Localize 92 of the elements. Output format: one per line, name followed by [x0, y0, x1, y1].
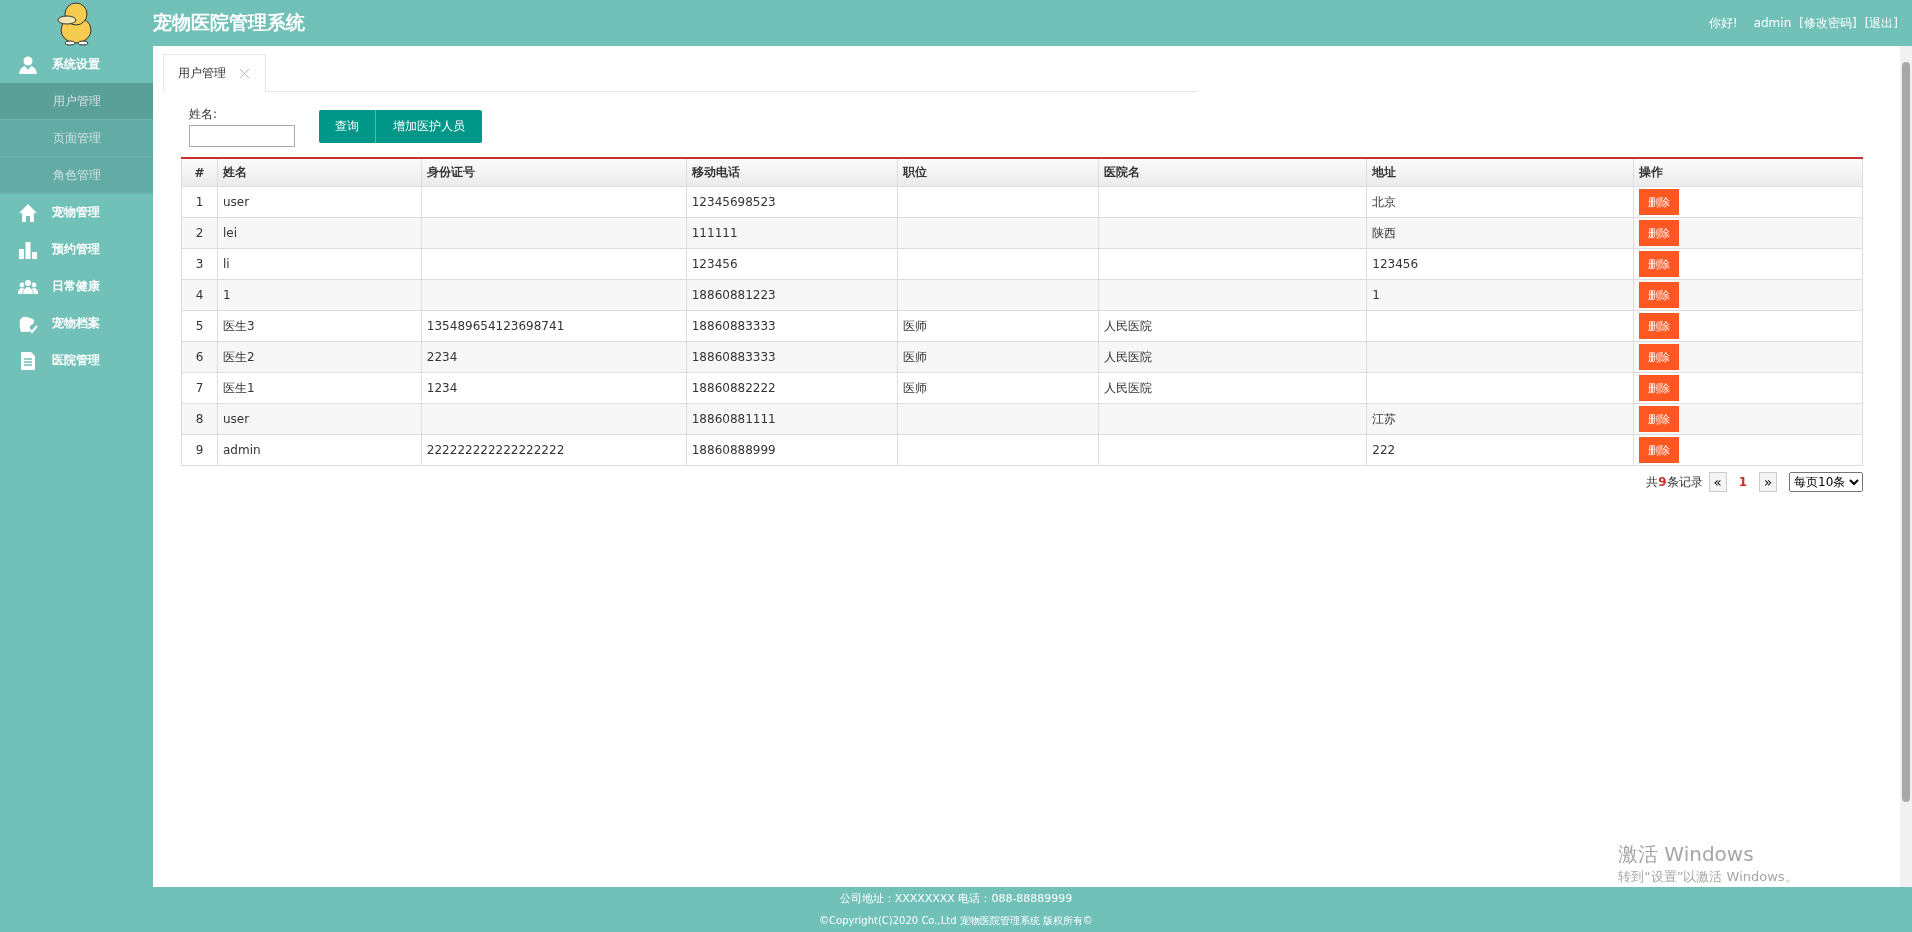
activation-hint: 转到“设置”以激活 Windows。	[1618, 868, 1798, 886]
table-cell: 222	[1366, 434, 1634, 466]
delete-button[interactable]: 删除	[1639, 406, 1680, 432]
table-cell: 医师	[897, 310, 1099, 342]
table-cell: 医生3	[217, 310, 422, 342]
sidebar-item[interactable]: 宠物档案	[0, 305, 153, 342]
close-icon[interactable]	[240, 69, 249, 78]
table-cell: 9	[181, 434, 218, 466]
header-link[interactable]: [修改密码]	[1799, 14, 1857, 32]
document-icon	[18, 350, 38, 371]
table-cell: user	[217, 403, 422, 435]
sidebar-item[interactable]: 医院管理	[0, 342, 153, 379]
table-cell: 1	[217, 279, 422, 311]
table-cell: 5	[181, 310, 218, 342]
name-field[interactable]	[189, 125, 295, 147]
table-cell: 12345698523	[686, 186, 898, 218]
table-cell: 7	[181, 372, 218, 404]
table-cell: 4	[181, 279, 218, 311]
page-size-select[interactable]: 每页10条	[1789, 472, 1863, 492]
delete-button[interactable]: 删除	[1639, 251, 1680, 277]
current-page[interactable]: 1	[1732, 475, 1753, 489]
user-name: admin	[1753, 16, 1792, 30]
table-cell: 111111	[686, 217, 898, 249]
table-cell: 北京	[1366, 186, 1634, 218]
sidebar-item[interactable]: 日常健康	[0, 268, 153, 305]
table-cell: 1234	[421, 372, 687, 404]
delete-button[interactable]: 删除	[1639, 437, 1680, 463]
record-count: 共9条记录	[1646, 473, 1703, 491]
table-cell: 3	[181, 248, 218, 280]
table-cell: 123456	[686, 248, 898, 280]
app-title: 宠物医院管理系统	[153, 10, 305, 35]
toolbar-button[interactable]: 增加医护人员	[376, 110, 482, 143]
home-icon	[18, 202, 38, 223]
delete-button[interactable]: 删除	[1639, 344, 1680, 370]
sidebar-item[interactable]: 系统设置	[0, 46, 153, 83]
delete-button[interactable]: 删除	[1639, 220, 1680, 246]
field-label: 姓名:	[189, 106, 219, 123]
next-page-button[interactable]: »	[1759, 472, 1777, 492]
header-link[interactable]: [退出]	[1864, 14, 1898, 32]
prev-page-button[interactable]: «	[1708, 472, 1727, 492]
column-header: 医院名	[1098, 158, 1367, 187]
table-cell: 医师	[897, 341, 1099, 373]
sidebar-item[interactable]: 预约管理	[0, 231, 153, 268]
table-cell: li	[217, 248, 422, 280]
table-cell: 18860881111	[686, 403, 898, 435]
delete-button[interactable]: 删除	[1639, 189, 1680, 215]
table-cell: 2234	[421, 341, 687, 373]
sidebar-item[interactable]: 宠物管理	[0, 194, 153, 231]
table-cell: 18860883333	[686, 341, 898, 373]
column-header: 操作	[1633, 158, 1863, 187]
table-cell: 人民医院	[1098, 341, 1367, 373]
table-cell: 222222222222222222	[421, 434, 687, 466]
footer-text: 公司地址：XXXXXXXX 电话：088-88889999	[839, 891, 1073, 906]
table-cell: 人民医院	[1098, 372, 1367, 404]
table-cell: 123456	[1366, 248, 1634, 280]
column-header: 移动电话	[686, 158, 898, 187]
table-cell: 135489654123698741	[421, 310, 687, 342]
table-cell: 江苏	[1366, 403, 1634, 435]
table-cell: 陕西	[1366, 217, 1634, 249]
table-cell: 18860888999	[686, 434, 898, 466]
tab[interactable]: 用户管理	[163, 54, 266, 92]
table-cell: 6	[181, 341, 218, 373]
toolbar-button[interactable]: 查询	[319, 110, 376, 143]
column-header: #	[181, 158, 218, 187]
delete-button[interactable]: 删除	[1639, 313, 1680, 339]
table-cell: 8	[181, 403, 218, 435]
table-cell: 1	[181, 186, 218, 218]
column-header: 职位	[897, 158, 1099, 187]
table-cell: lei	[217, 217, 422, 249]
sidebar-subitem[interactable]: 用户管理	[0, 83, 153, 120]
footer-text: ©Copyright(C)2020 Co.,Ltd 宠物医院管理系统 版权所有©	[819, 914, 1093, 928]
table-cell: 人民医院	[1098, 310, 1367, 342]
person-icon	[18, 54, 38, 75]
table-cell: user	[217, 186, 422, 218]
table-cell: 18860882222	[686, 372, 898, 404]
table-cell: 医生1	[217, 372, 422, 404]
table-cell: 医生2	[217, 341, 422, 373]
activation-title: 激活 Windows	[1618, 841, 1755, 868]
table-cell: admin	[217, 434, 422, 466]
delete-button[interactable]: 删除	[1639, 282, 1680, 308]
column-header: 地址	[1366, 158, 1634, 187]
table-cell: 2	[181, 217, 218, 249]
table-cell: 18860883333	[686, 310, 898, 342]
table-cell: 18860881223	[686, 279, 898, 311]
table-cell: 医师	[897, 372, 1099, 404]
table-cell: 1	[1366, 279, 1634, 311]
column-header: 身份证号	[421, 158, 687, 187]
bar-chart-icon	[18, 239, 38, 260]
column-header: 姓名	[217, 158, 422, 187]
scrollbar-thumb[interactable]	[1902, 62, 1910, 802]
greeting: 你好!	[1708, 14, 1738, 32]
delete-button[interactable]: 删除	[1639, 375, 1680, 401]
